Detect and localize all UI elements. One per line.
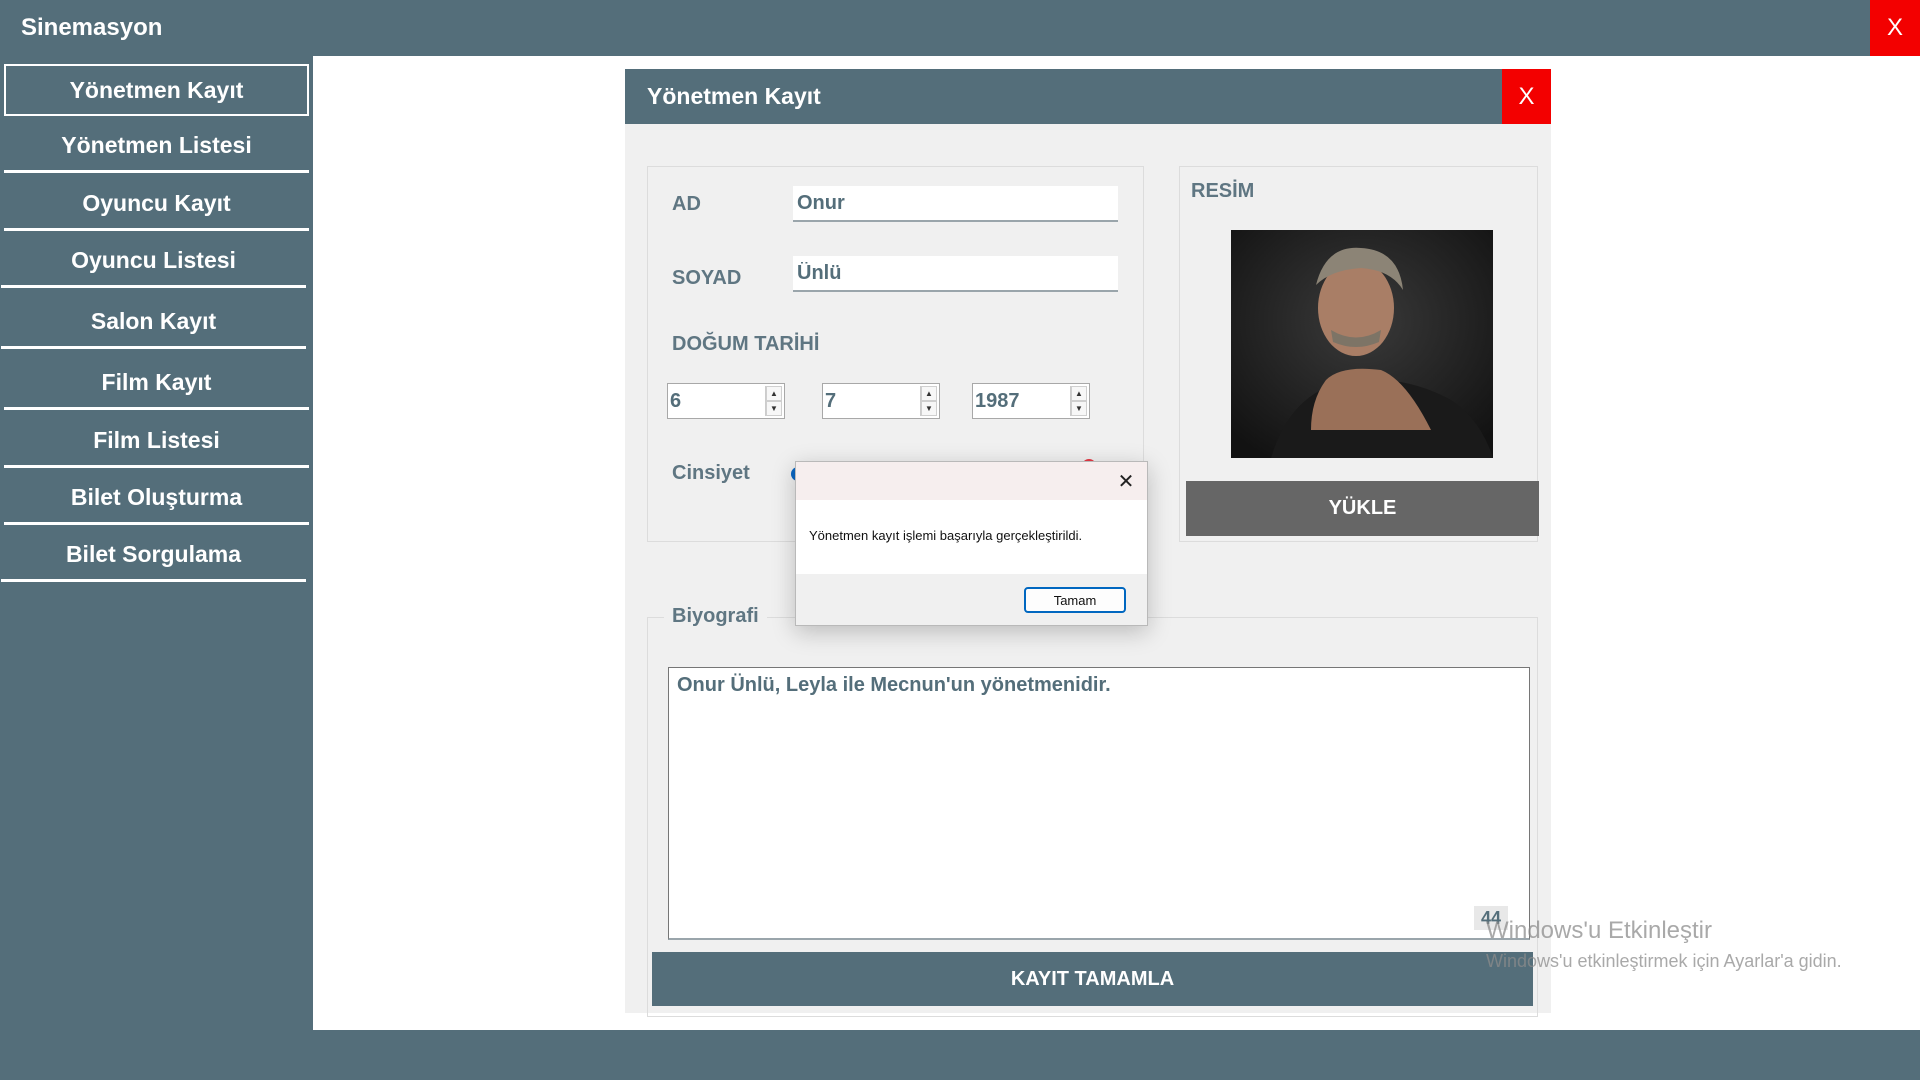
image-label: RESİM — [1191, 180, 1255, 202]
sidebar-item-bilet-olusturma[interactable]: Bilet Oluşturma — [4, 473, 309, 525]
dialog-footer: Tamam — [796, 574, 1147, 625]
birth-month-spin-buttons: ▲ ▼ — [920, 386, 937, 416]
close-icon[interactable]: ✕ — [1113, 468, 1139, 494]
sidebar-item-oyuncu-listesi[interactable]: Oyuncu Listesi — [1, 236, 306, 288]
birth-year-value: 1987 — [975, 390, 1020, 412]
birth-month-value: 7 — [825, 390, 837, 412]
ad-label: AD — [672, 193, 701, 215]
dialog-titlebar: ✕ — [796, 462, 1147, 500]
birth-day-value: 6 — [670, 390, 682, 412]
sidebar-item-salon-kayit[interactable]: Salon Kayıt — [1, 297, 306, 349]
app-title: Sinemasyon — [21, 14, 163, 41]
spin-up-icon[interactable]: ▲ — [921, 386, 937, 401]
sidebar: Yönetmen Kayıt Yönetmen Listesi Oyuncu K… — [0, 56, 313, 1030]
biography-label: Biyografi — [664, 605, 767, 628]
gender-label: Cinsiyet — [672, 462, 750, 484]
birth-month-spinner[interactable]: 7 ▲ ▼ — [822, 383, 940, 419]
app-titlebar: Sinemasyon X — [0, 0, 1920, 56]
birth-day-spinner[interactable]: 6 ▲ ▼ — [667, 383, 785, 419]
spin-up-icon[interactable]: ▲ — [1071, 386, 1087, 401]
ad-input[interactable] — [793, 186, 1118, 222]
sidebar-item-yonetmen-listesi[interactable]: Yönetmen Listesi — [4, 121, 309, 173]
birth-year-spinner[interactable]: 1987 ▲ ▼ — [972, 383, 1090, 419]
birth-day-spin-buttons: ▲ ▼ — [765, 386, 782, 416]
biography-textarea[interactable]: Onur Ünlü, Leyla ile Mecnun'un yönetmeni… — [668, 667, 1530, 940]
bottom-bar — [0, 1030, 1920, 1080]
spin-down-icon[interactable]: ▼ — [1071, 401, 1087, 416]
sidebar-item-film-kayit[interactable]: Film Kayıt — [4, 358, 309, 410]
message-dialog: ✕ Yönetmen kayıt işlemi başarıyla gerçek… — [795, 461, 1148, 626]
app-close-button[interactable]: X — [1870, 0, 1920, 56]
sidebar-item-bilet-sorgulama[interactable]: Bilet Sorgulama — [1, 530, 306, 582]
activation-watermark-title: Windows'u Etkinleştir — [1486, 917, 1712, 944]
activation-watermark-subtitle: Windows'u etkinleştirmek için Ayarlar'a … — [1486, 951, 1842, 971]
dialog-message: Yönetmen kayıt işlemi başarıyla gerçekle… — [809, 528, 1083, 543]
spin-down-icon[interactable]: ▼ — [921, 401, 937, 416]
sidebar-item-film-listesi[interactable]: Film Listesi — [4, 416, 309, 468]
spin-down-icon[interactable]: ▼ — [766, 401, 782, 416]
portrait-image — [1231, 230, 1493, 458]
soyad-label: SOYAD — [672, 267, 742, 289]
spin-up-icon[interactable]: ▲ — [766, 386, 782, 401]
sidebar-item-oyuncu-kayit[interactable]: Oyuncu Kayıt — [4, 179, 309, 231]
upload-button[interactable]: YÜKLE — [1186, 481, 1539, 536]
soyad-input[interactable] — [793, 256, 1118, 292]
director-photo — [1231, 230, 1493, 458]
birth-year-spin-buttons: ▲ ▼ — [1070, 386, 1087, 416]
ok-button[interactable]: Tamam — [1024, 587, 1126, 613]
sidebar-item-yonetmen-kayit[interactable]: Yönetmen Kayıt — [4, 64, 309, 116]
form-header: Yönetmen Kayıt X — [625, 69, 1551, 124]
submit-button[interactable]: KAYIT TAMAMLA — [652, 952, 1533, 1006]
birth-date-label: DOĞUM TARİHİ — [672, 333, 820, 355]
form-title: Yönetmen Kayıt — [647, 83, 821, 109]
form-close-button[interactable]: X — [1502, 69, 1551, 124]
